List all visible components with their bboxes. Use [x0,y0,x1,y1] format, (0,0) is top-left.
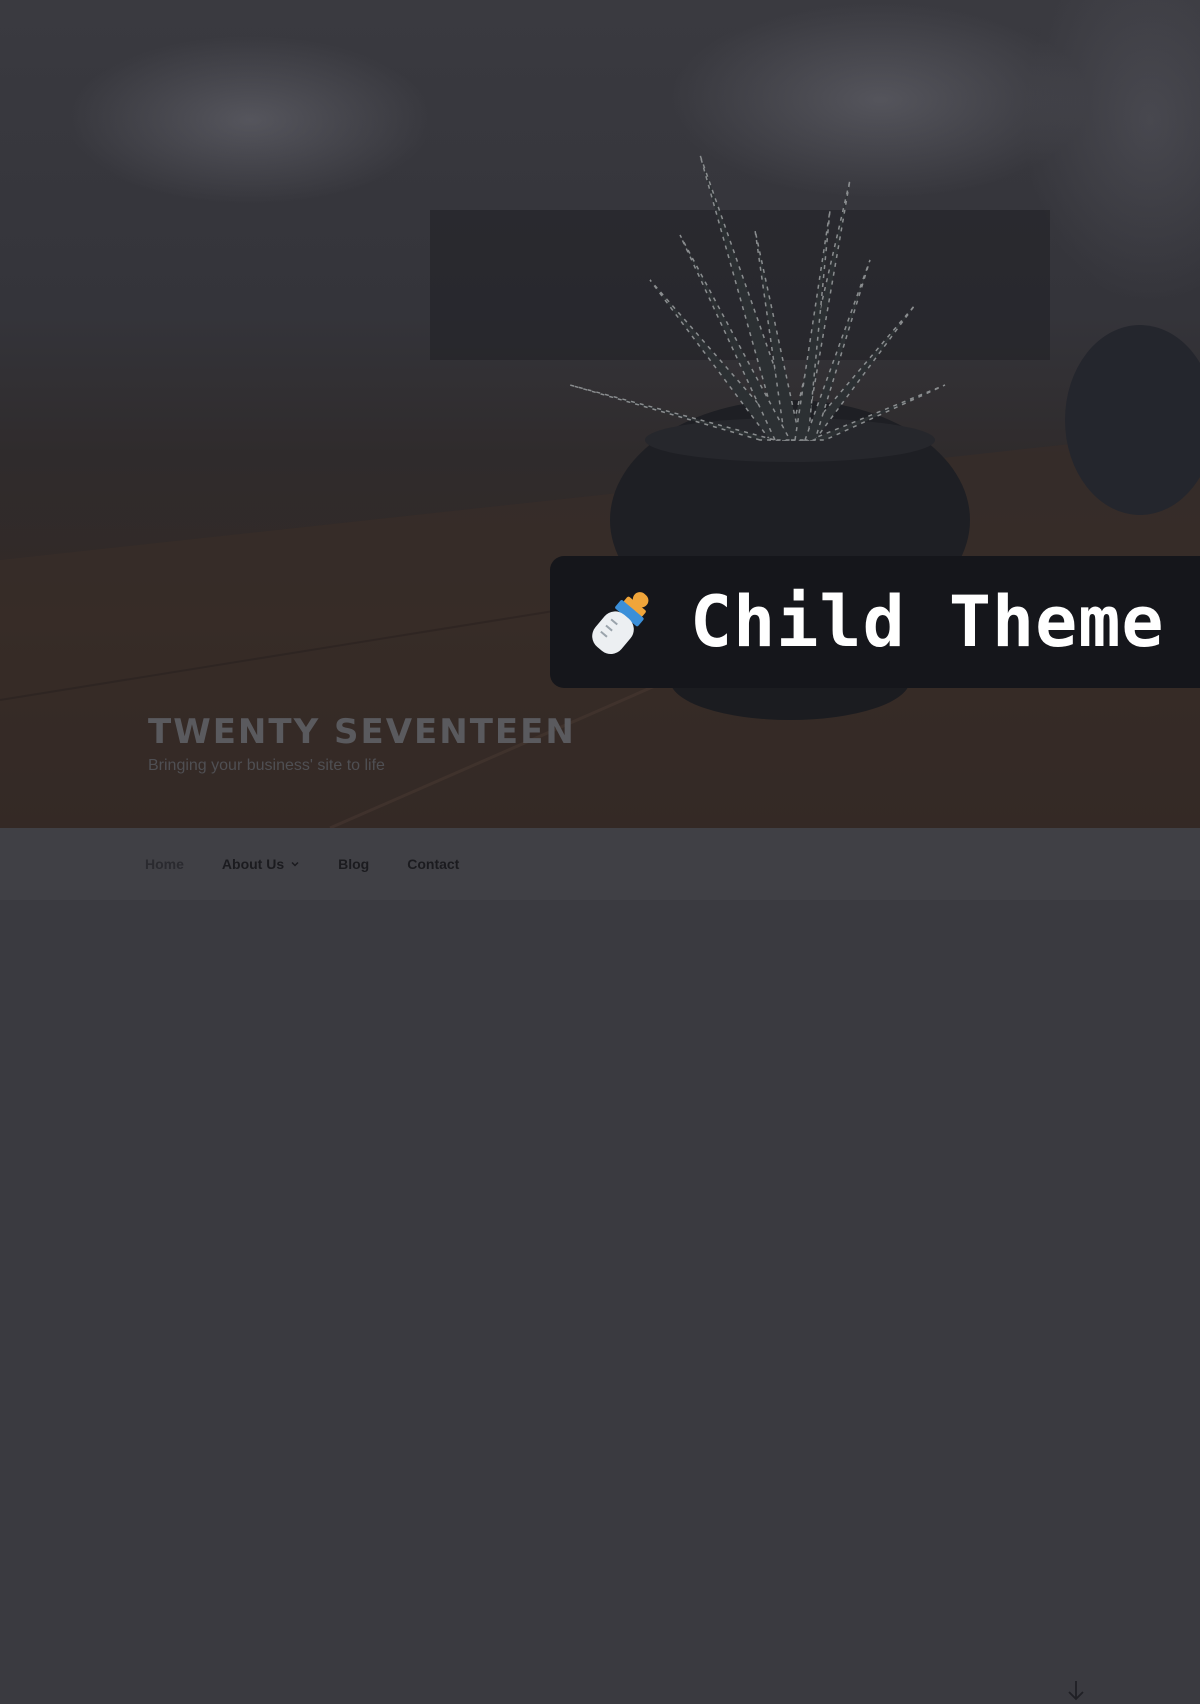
main-navigation: Home About Us Blog Contact [0,828,1200,1701]
header-media: TWENTY SEVENTEEN Bringing your business'… [0,0,1200,828]
chevron-down-icon [291,861,299,867]
site-title[interactable]: TWENTY SEVENTEEN [148,712,576,752]
baby-bottle-icon [592,592,649,655]
nav-item-label: Blog [338,856,370,872]
site-branding: TWENTY SEVENTEEN Bringing your business'… [148,712,576,776]
hero-image-plant [0,154,1200,828]
nav-item-label: About Us [221,856,285,872]
nav-item-about-us[interactable]: About Us [222,856,300,872]
nav-item-label: Home [145,856,184,872]
site-description: Bringing your business' site to life [148,757,385,774]
nav-item-blog[interactable]: Blog [338,856,369,872]
nav-menu: Home About Us Blog Contact [145,828,497,900]
badge-label: Child Theme [690,581,1165,663]
child-theme-badge: Child Theme [550,556,1200,688]
nav-item-label: Contact [407,856,460,872]
nav-item-home[interactable]: Home [145,856,184,872]
arrow-down-icon[interactable] [1064,1678,1088,1704]
nav-item-contact[interactable]: Contact [407,856,459,872]
